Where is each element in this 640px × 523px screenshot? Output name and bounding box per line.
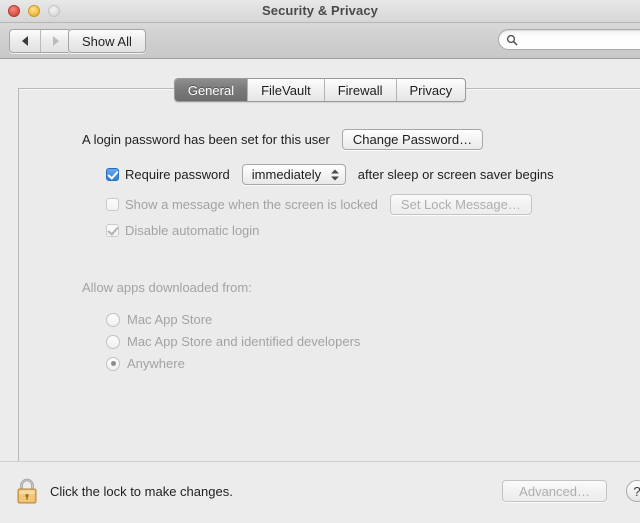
tab-filevault-label: FileVault <box>261 82 311 98</box>
login-password-row: A login password has been set for this u… <box>82 129 484 150</box>
tab-bar: General FileVault Firewall Privacy <box>0 78 640 102</box>
general-tab-panel: A login password has been set for this u… <box>18 88 640 462</box>
radio-anywhere-label: Anywhere <box>127 356 185 371</box>
search-field[interactable] <box>498 29 640 50</box>
radio-mac-app-store-label: Mac App Store <box>127 312 213 327</box>
radio-identified-developers-label: Mac App Store and identified developers <box>127 334 361 349</box>
disable-automatic-login-checkbox <box>106 224 119 237</box>
tab-privacy-label: Privacy <box>409 82 453 98</box>
show-lock-message-label: Show a message when the screen is locked <box>125 197 378 212</box>
allow-apps-option-anywhere: Anywhere <box>106 356 185 371</box>
show-all-label: Show All <box>82 33 132 49</box>
chevron-up-icon <box>330 169 339 173</box>
bottom-bar: Click the lock to make changes. Advanced… <box>0 461 640 523</box>
set-lock-message-button: Set Lock Message… <box>389 194 532 215</box>
require-password-delay-popup[interactable]: immediately <box>241 164 346 185</box>
tab-firewall[interactable]: Firewall <box>323 79 396 101</box>
back-button[interactable] <box>10 30 40 52</box>
require-password-label: Require password <box>125 167 230 182</box>
tab-general-label: General <box>187 82 235 98</box>
lock-closed-icon[interactable] <box>14 476 40 506</box>
allow-apps-heading-row: Allow apps downloaded from: <box>82 280 252 295</box>
show-all-button[interactable]: Show All <box>68 29 146 53</box>
set-lock-message-label: Set Lock Message… <box>400 197 521 212</box>
tab-privacy[interactable]: Privacy <box>395 79 466 101</box>
toolbar: Show All <box>0 23 640 59</box>
radio-anywhere <box>106 356 120 371</box>
chevron-right-icon <box>52 36 59 46</box>
forward-button <box>40 30 70 52</box>
disable-automatic-login-row: Disable automatic login <box>106 223 259 238</box>
require-password-row: Require password immediately after sleep… <box>106 164 554 185</box>
require-password-trailing-label: after sleep or screen saver begins <box>357 167 554 182</box>
advanced-label: Advanced… <box>519 483 590 499</box>
chevron-left-icon <box>22 36 28 46</box>
allow-apps-heading: Allow apps downloaded from: <box>82 280 252 295</box>
lock-row[interactable]: Click the lock to make changes. <box>14 476 233 506</box>
navigation-segmented-control <box>9 29 71 53</box>
popup-stepper-arrows-icon <box>330 169 339 180</box>
chevron-down-icon <box>330 176 339 180</box>
search-icon <box>506 34 518 45</box>
allow-apps-option-mac-app-store: Mac App Store <box>106 312 212 327</box>
radio-mac-app-store <box>106 312 120 327</box>
show-lock-message-row: Show a message when the screen is locked… <box>106 194 532 215</box>
lock-status-text: Click the lock to make changes. <box>50 483 233 499</box>
security-privacy-window: Security & Privacy Show All General File… <box>0 0 640 523</box>
help-button[interactable]: ? <box>626 480 640 502</box>
window-titlebar: Security & Privacy <box>0 0 640 23</box>
tab-filevault[interactable]: FileVault <box>247 79 324 101</box>
disable-automatic-login-label: Disable automatic login <box>125 223 260 238</box>
window-title: Security & Privacy <box>262 3 378 18</box>
show-lock-message-checkbox <box>106 198 119 211</box>
login-password-status-text: A login password has been set for this u… <box>82 132 330 147</box>
allow-apps-option-identified-developers: Mac App Store and identified developers <box>106 334 360 349</box>
radio-identified-developers <box>106 334 120 349</box>
tab-general[interactable]: General <box>174 79 248 101</box>
change-password-button[interactable]: Change Password… <box>341 129 484 150</box>
help-label: ? <box>633 483 640 499</box>
advanced-button: Advanced… <box>502 480 607 502</box>
change-password-label: Change Password… <box>352 132 473 147</box>
require-password-delay-value: immediately <box>251 167 322 182</box>
tab-firewall-label: Firewall <box>337 82 383 98</box>
require-password-checkbox[interactable] <box>106 168 119 181</box>
search-input[interactable] <box>522 31 640 48</box>
